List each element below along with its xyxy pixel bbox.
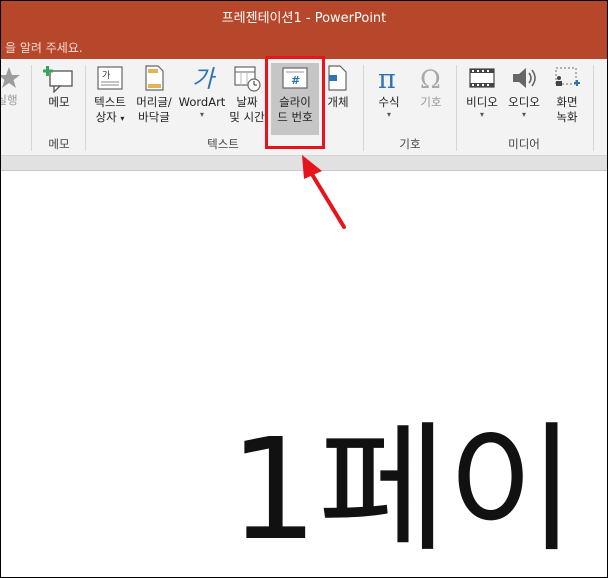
powerpoint-window: 프레젠테이션1 - PowerPoint 을 알려 주세요. 실행 메모 메모 — [0, 0, 608, 578]
audio-button[interactable]: 오디오 ▾ — [503, 63, 545, 120]
symbol-group-label: 기호 — [399, 137, 421, 151]
wordart-label: WordArt — [178, 95, 226, 109]
action-button-label: 실행 — [1, 93, 18, 107]
date-time-label-1: 날짜 — [236, 95, 258, 109]
text-box-label-1: 텍스트 — [94, 95, 126, 109]
text-box-label-row: 상자 ▾ — [89, 110, 131, 126]
chevron-down-icon: ▾ — [386, 110, 391, 119]
screen-recording-button[interactable]: 화면 녹화 — [547, 63, 587, 125]
svg-text:π: π — [378, 64, 396, 93]
comment-button[interactable]: 메모 — [39, 63, 79, 110]
chevron-down-icon: ▾ — [199, 110, 204, 119]
memo-group-label: 메모 — [48, 137, 70, 151]
action-button[interactable]: 실행 — [1, 63, 23, 108]
group-separator — [363, 65, 364, 151]
tell-me-box[interactable]: 을 알려 주세요. — [5, 37, 83, 59]
object-button[interactable]: 개체 — [324, 63, 352, 110]
svg-text:가: 가 — [102, 70, 110, 81]
symbol-label: 기호 — [420, 95, 442, 109]
comment-button-label: 메모 — [48, 95, 70, 109]
header-footer-label-1: 머리글/ — [136, 95, 172, 109]
window-title: 프레젠테이션1 - PowerPoint — [221, 11, 387, 26]
header-footer-label-2: 바닥글 — [138, 110, 170, 124]
text-box-button[interactable]: 가 텍스트 상자 ▾ — [89, 63, 131, 126]
star-icon — [1, 67, 20, 88]
object-label: 개체 — [327, 95, 349, 109]
date-time-label-2: 및 시간 — [229, 110, 265, 124]
svg-text:Ω: Ω — [420, 65, 441, 93]
speaker-icon — [513, 68, 536, 88]
pi-icon: π — [378, 64, 396, 93]
equation-button[interactable]: π 수식 ▾ — [369, 63, 409, 120]
chevron-down-icon: ▾ — [521, 110, 526, 119]
object-icon — [328, 65, 347, 91]
text-box-label-2: 상자 — [95, 110, 117, 124]
header-footer-button[interactable]: 머리글/ 바닥글 — [131, 63, 177, 125]
screen-recording-label-1: 화면 — [556, 95, 578, 109]
omega-icon: Ω — [420, 65, 441, 93]
screen-recording-label-2: 녹화 — [556, 110, 578, 124]
symbol-button[interactable]: Ω 기호 — [411, 63, 451, 110]
group-separator — [31, 65, 32, 151]
header-footer-icon — [145, 65, 164, 91]
group-separator — [456, 65, 457, 151]
group-separator — [85, 65, 86, 151]
date-time-button[interactable]: 날짜 및 시간 — [227, 63, 267, 125]
title-bar: 프레젠테이션1 - PowerPoint — [1, 1, 607, 37]
group-separator — [593, 65, 594, 151]
video-icon — [469, 68, 495, 88]
chevron-down-icon: ▾ — [479, 110, 484, 119]
text-box-icon: 가 — [97, 66, 123, 90]
equation-label: 수식 — [378, 95, 400, 109]
comment-icon — [43, 66, 73, 93]
chevron-down-icon: ▾ — [120, 114, 125, 123]
audio-label: 오디오 — [508, 95, 540, 109]
svg-text:가: 가 — [192, 65, 217, 93]
slide-title-text[interactable]: 1페이 — [229, 406, 576, 576]
calendar-clock-icon — [234, 66, 261, 92]
wordart-button[interactable]: 가 WordArt ▾ — [177, 63, 227, 120]
media-group-label: 미디어 — [508, 137, 540, 151]
highlight-box — [265, 56, 325, 149]
video-button[interactable]: 비디오 ▾ — [461, 63, 503, 120]
video-label: 비디오 — [466, 95, 498, 109]
screen-recording-icon — [555, 67, 580, 86]
wordart-icon: 가 — [192, 65, 217, 93]
red-arrow-icon — [302, 155, 346, 229]
